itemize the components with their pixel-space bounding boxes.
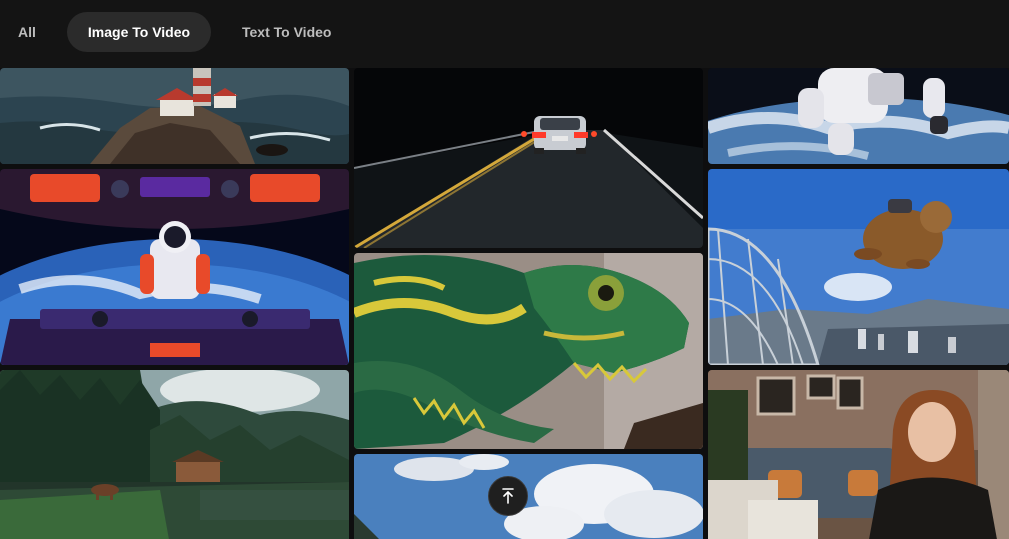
- gallery-tile-astronaut-float[interactable]: [708, 68, 1009, 164]
- gallery-tile-woman-living-room[interactable]: [708, 370, 1009, 539]
- forest-cabin-thumbnail: [0, 370, 349, 539]
- gallery-tile-astronaut-dj[interactable]: [0, 169, 349, 365]
- scroll-to-top-button[interactable]: [488, 476, 528, 516]
- gallery-tile-night-road[interactable]: [354, 68, 703, 248]
- gallery-tile-lighthouse[interactable]: [0, 68, 349, 164]
- lighthouse-thumbnail: [0, 68, 349, 164]
- tab-image-to-video[interactable]: Image To Video: [67, 12, 211, 52]
- top-bar: All Image To Video Text To Video: [0, 0, 1009, 68]
- sky-clouds-thumbnail: [354, 454, 703, 539]
- video-gallery: [0, 68, 1009, 539]
- arrow-up-to-line-icon: [502, 488, 514, 504]
- astronaut-dj-thumbnail: [0, 169, 349, 365]
- gallery-tile-sky-clouds[interactable]: [354, 454, 703, 539]
- woman-living-room-thumbnail: [708, 370, 1009, 539]
- night-road-thumbnail: [354, 68, 703, 248]
- astronaut-float-thumbnail: [708, 68, 1009, 164]
- gallery-tile-chameleon[interactable]: [354, 253, 703, 449]
- tab-all[interactable]: All: [0, 12, 56, 52]
- gallery-tile-forest-cabin[interactable]: [0, 370, 349, 539]
- chameleon-thumbnail: [354, 253, 703, 449]
- tab-text-to-video[interactable]: Text To Video: [222, 12, 351, 52]
- gallery-tile-flying-marmot[interactable]: [708, 169, 1009, 365]
- flying-marmot-thumbnail: [708, 169, 1009, 365]
